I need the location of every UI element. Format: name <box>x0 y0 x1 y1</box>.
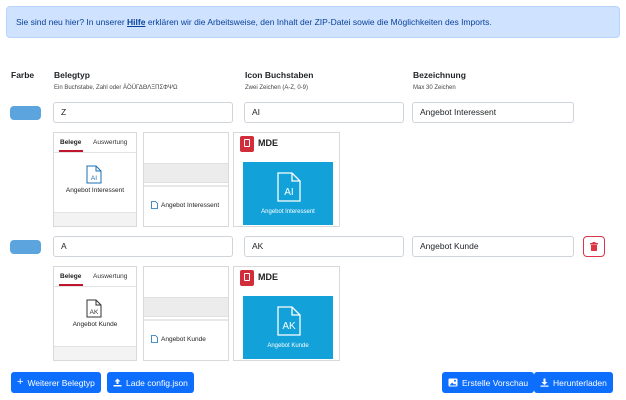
list-band-thin <box>144 319 228 321</box>
column-header-belegtyp: Belegtyp <box>54 70 90 80</box>
preview-tabs: Belege Auswertung <box>54 267 136 287</box>
icon-letters-input[interactable]: AI <box>244 102 404 123</box>
mde-device-icon <box>240 270 254 286</box>
mde-tile: AI Angebot Interessent <box>243 162 333 225</box>
list-band <box>144 297 228 317</box>
document-icon: AK <box>86 299 102 318</box>
tab-belege: Belege <box>60 139 82 146</box>
document-icon: AI <box>86 165 102 184</box>
mde-device-icon <box>240 136 254 152</box>
load-config-label: Lade config.json <box>126 377 188 388</box>
preview-footer <box>54 346 136 360</box>
add-belegtyp-button[interactable]: + Weiterer Belegtyp <box>11 372 101 393</box>
load-config-button[interactable]: Lade config.json <box>107 372 194 393</box>
list-band <box>144 163 228 183</box>
tab-auswertung: Auswertung <box>93 139 128 146</box>
mde-label: MDE <box>258 272 278 282</box>
belegtyp-input[interactable]: Z <box>53 102 233 123</box>
column-hint-bezeichnung: Max 30 Zeichen <box>413 85 456 91</box>
mde-preview-card: MDE AI Angebot Interessent <box>233 132 340 227</box>
active-tab-indicator <box>59 284 83 286</box>
download-button[interactable]: Herunterladen <box>534 372 613 393</box>
preview-caption: Angebot Kunde <box>72 321 118 328</box>
image-icon <box>448 378 458 387</box>
tile-caption: Angebot Kunde <box>267 343 309 349</box>
tab-belege: Belege <box>60 273 82 280</box>
list-band-thin <box>144 185 228 187</box>
doc-icon-text: AI <box>91 175 97 182</box>
delete-row-button[interactable] <box>583 236 605 257</box>
alert-text-before: Sie sind neu hier? In unserer <box>16 17 128 27</box>
small-document-icon <box>151 335 158 343</box>
tab-auswertung: Auswertung <box>93 273 128 280</box>
document-icon: AI <box>277 172 301 202</box>
column-header-farbe: Farbe <box>11 70 35 80</box>
preview-footer <box>54 212 136 226</box>
download-label: Herunterladen <box>553 377 607 388</box>
list-preview-card: Angebot Kunde <box>143 266 229 361</box>
column-hint-icon: Zwei Zeichen (A-Z, 0-9) <box>245 85 309 91</box>
alert-text-after: erklären wir die Arbeitsweise, den Inhal… <box>145 17 492 27</box>
preview-tabs: Belege Auswertung <box>54 133 136 153</box>
color-swatch[interactable] <box>10 106 41 120</box>
mde-preview-card: MDE AK Angebot Kunde <box>233 266 340 361</box>
create-preview-label: Erstelle Vorschau <box>462 377 529 388</box>
bezeichnung-input[interactable]: Angebot Interessent <box>412 102 574 123</box>
list-item: Angebot Kunde <box>151 335 206 343</box>
download-icon <box>540 378 549 387</box>
app-preview-card: Belege Auswertung AK Angebot Kunde <box>53 266 137 361</box>
active-tab-indicator <box>59 150 83 152</box>
help-link[interactable]: Hilfe <box>127 17 145 27</box>
bezeichnung-input[interactable]: Angebot Kunde <box>412 236 574 257</box>
info-alert: Sie sind neu hier? In unserer Hilfe erkl… <box>6 6 620 38</box>
column-header-icon: Icon Buchstaben <box>245 70 314 80</box>
list-item-label: Angebot Interessent <box>161 201 220 209</box>
list-preview-card: Angebot Interessent <box>143 132 229 227</box>
column-hint-belegtyp: Ein Buchstabe, Zahl oder ÄÖÜΓΔΘΛΞΠΣΦΨΩ <box>54 85 178 91</box>
mde-tile: AK Angebot Kunde <box>243 296 333 359</box>
tile-caption: Angebot Interessent <box>261 209 315 215</box>
icon-letters-input[interactable]: AK <box>244 236 404 257</box>
preview-caption: Angebot Interessent <box>65 187 125 194</box>
plus-icon: + <box>17 376 24 388</box>
add-belegtyp-label: Weiterer Belegtyp <box>27 377 95 388</box>
tile-icon-text: AK <box>282 321 296 332</box>
document-icon: AK <box>277 306 301 336</box>
mde-label: MDE <box>258 138 278 148</box>
list-item: Angebot Interessent <box>151 201 219 209</box>
doc-icon-text: AK <box>90 309 99 316</box>
app-preview-card: Belege Auswertung AI Angebot Interessent <box>53 132 137 227</box>
trash-icon <box>590 242 598 251</box>
list-item-label: Angebot Kunde <box>161 335 206 343</box>
create-preview-button[interactable]: Erstelle Vorschau <box>442 372 535 393</box>
color-swatch[interactable] <box>10 240 41 254</box>
upload-icon <box>113 378 122 387</box>
column-header-bezeichnung: Bezeichnung <box>413 70 466 80</box>
belegtyp-input[interactable]: A <box>53 236 233 257</box>
small-document-icon <box>151 201 158 209</box>
tile-icon-text: AI <box>284 187 293 198</box>
